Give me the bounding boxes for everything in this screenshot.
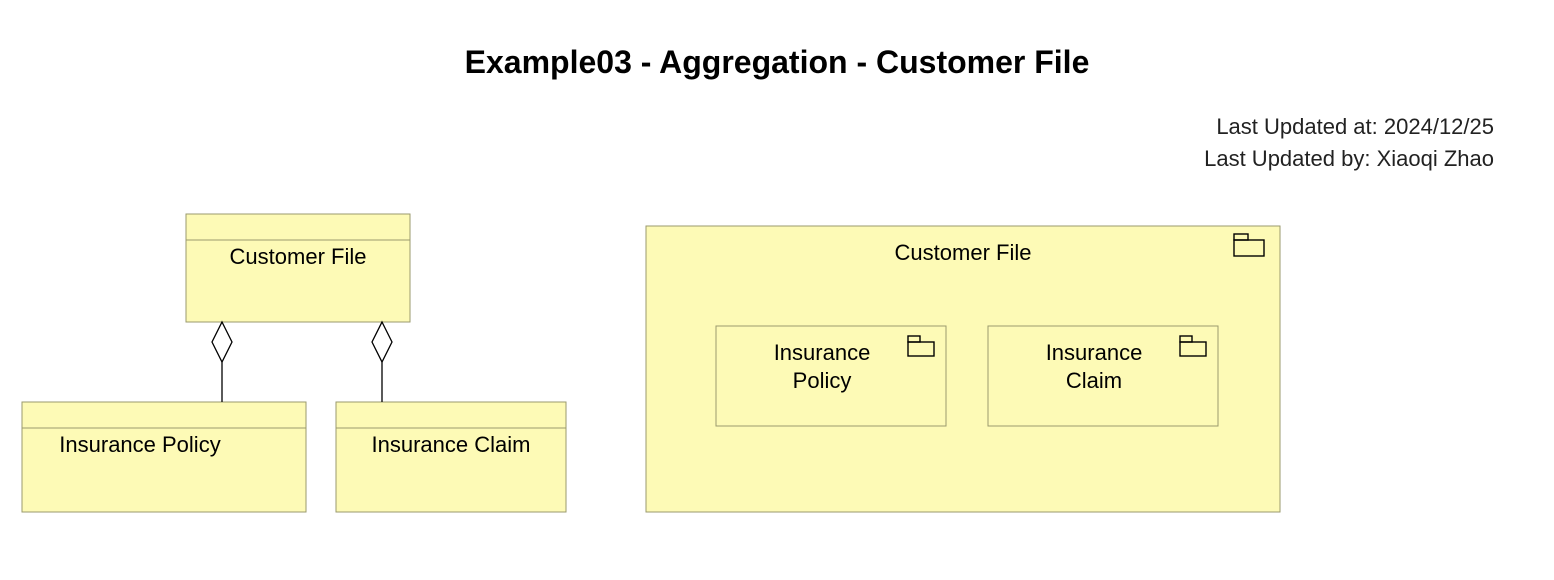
package-insurance-policy-line1: Insurance <box>774 340 871 365</box>
class-insurance-policy: Insurance Policy <box>22 402 306 512</box>
class-customer-file-label: Customer File <box>230 244 367 269</box>
class-customer-file: Customer File <box>186 214 410 322</box>
package-insurance-claim-line2: Claim <box>1066 368 1122 393</box>
class-insurance-claim-label: Insurance Claim <box>372 432 531 457</box>
package-insurance-policy: Insurance Policy <box>716 326 946 426</box>
package-insurance-claim: Insurance Claim <box>988 326 1218 426</box>
class-insurance-claim: Insurance Claim <box>336 402 566 512</box>
class-insurance-policy-label: Insurance Policy <box>59 432 220 457</box>
diagram-canvas: Customer File Insurance Policy Insurance… <box>0 0 1554 536</box>
aggregation-connector-policy <box>212 322 232 402</box>
package-customer-file-label: Customer File <box>895 240 1032 265</box>
aggregation-connector-claim <box>372 322 392 402</box>
package-insurance-claim-line1: Insurance <box>1046 340 1143 365</box>
package-insurance-policy-line2: Policy <box>793 368 852 393</box>
